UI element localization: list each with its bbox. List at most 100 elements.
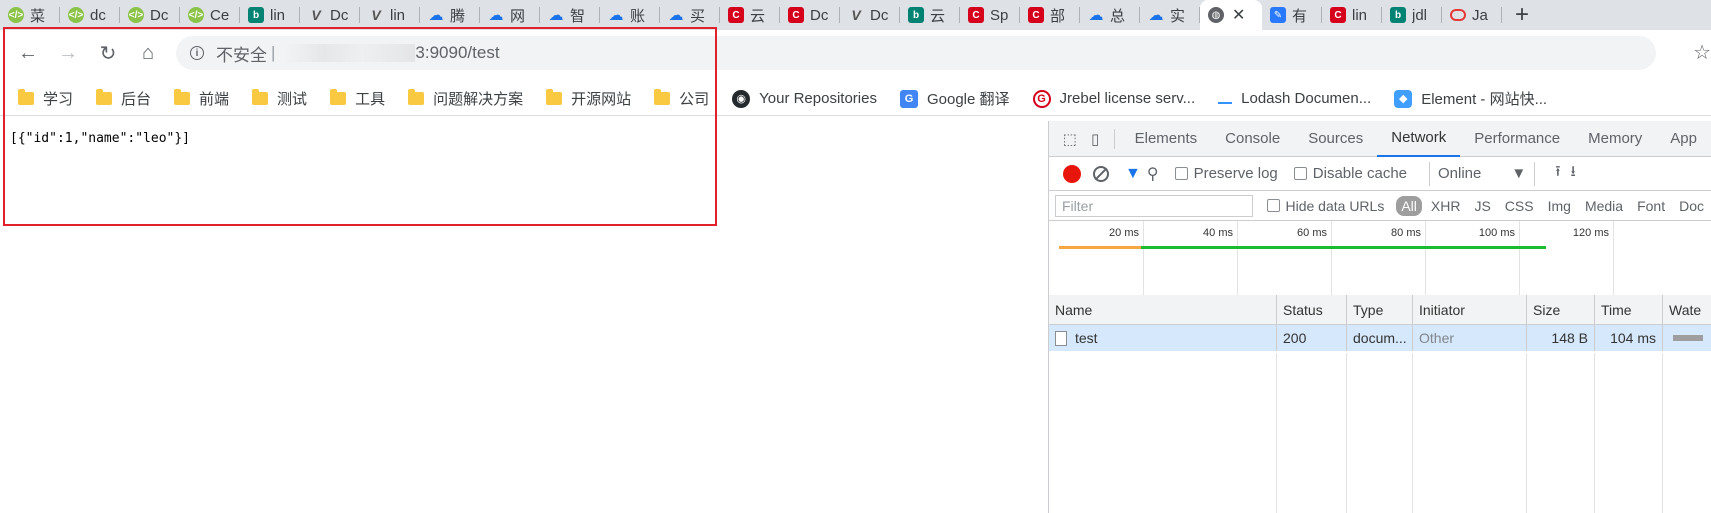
type-filter-xhr[interactable]: XHR — [1426, 196, 1466, 216]
tab-title: 账 — [630, 7, 646, 25]
browser-tab[interactable]: C云 — [720, 0, 780, 30]
column-header-time[interactable]: Time — [1595, 295, 1663, 324]
checkbox-box[interactable] — [1174, 167, 1188, 180]
export-har-icon[interactable]: ⭳ — [1570, 161, 1575, 186]
browser-tab[interactable]: ☁ 腾 — [420, 0, 480, 30]
devtools-tab-elements[interactable]: Elements — [1121, 121, 1212, 157]
devtools-tab-console[interactable]: Console — [1211, 121, 1294, 157]
column-divider — [1413, 353, 1527, 513]
tab-title: lin — [270, 6, 286, 24]
clear-icon[interactable] — [1093, 165, 1109, 182]
type-filter-doc[interactable]: Doc — [1674, 196, 1709, 216]
browser-tab[interactable]: b jdl — [1382, 0, 1442, 30]
type-filter-css[interactable]: CSS — [1500, 196, 1539, 216]
column-header-name[interactable]: Name — [1049, 295, 1277, 324]
column-header-initiator[interactable]: Initiator — [1413, 295, 1527, 324]
column-header-type[interactable]: Type — [1347, 295, 1413, 324]
hide-data-urls-checkbox[interactable]: Hide data URLs — [1266, 198, 1384, 214]
devtools-panel: ⬚ ▯ Elements Console Sources Network Per… — [1048, 121, 1711, 513]
browser-tab[interactable]: ☁ 网 — [480, 0, 540, 30]
new-tab-button[interactable]: + — [1502, 0, 1542, 30]
search-icon[interactable]: ⚲ — [1147, 164, 1159, 184]
browser-tab[interactable]: V Dc — [300, 0, 360, 30]
devtools-tab-performance[interactable]: Performance — [1460, 121, 1574, 157]
type-filter-img[interactable]: Img — [1543, 196, 1576, 216]
csdn-icon: C — [1330, 7, 1346, 23]
close-tab-icon[interactable]: ✕ — [1232, 5, 1245, 25]
devtools-tab-application[interactable]: App — [1656, 121, 1711, 157]
preserve-log-checkbox[interactable]: Preserve log — [1174, 165, 1278, 182]
column-header-waterfall[interactable]: Wate — [1663, 295, 1711, 324]
record-button[interactable] — [1063, 164, 1081, 183]
browser-tab[interactable]: </> 菜 — [0, 0, 60, 30]
google-translate-icon: G — [899, 89, 918, 108]
inspect-element-icon[interactable]: ⬚ — [1057, 124, 1082, 154]
timeline-tick-label: 60 ms — [1297, 227, 1327, 239]
tab-title: 实 — [1170, 7, 1186, 25]
browser-tab[interactable]: ✎ 有 — [1262, 0, 1322, 30]
tab-title: 菜 — [30, 7, 46, 25]
column-header-status[interactable]: Status — [1277, 295, 1347, 324]
disable-cache-checkbox[interactable]: Disable cache — [1293, 165, 1407, 182]
bookmark-link[interactable]: G Google 翻译 — [899, 88, 1010, 109]
browser-tab[interactable]: Vlin — [360, 0, 420, 30]
column-header-size[interactable]: Size — [1527, 295, 1595, 324]
browser-tab[interactable]: ☁ 买 — [660, 0, 720, 30]
request-type: docum... — [1347, 325, 1413, 351]
bookmark-link[interactable]: Lodash Documen... — [1218, 90, 1371, 107]
browser-tab[interactable]: ☁ 总 — [1080, 0, 1140, 30]
browser-tab[interactable]: </> Ce — [180, 0, 240, 30]
throttling-select[interactable]: Online ▼ — [1429, 161, 1536, 186]
checkbox-box[interactable] — [1293, 167, 1307, 180]
globe-icon: ◍ — [1208, 7, 1224, 23]
browser-tab[interactable]: ☁ 实 — [1140, 0, 1200, 30]
green-code-icon: </> — [128, 7, 144, 23]
annotation-highlight-box — [3, 27, 717, 226]
browser-tab[interactable]: C Sp — [960, 0, 1020, 30]
type-filter-js[interactable]: JS — [1469, 196, 1495, 216]
type-filter-media[interactable]: Media — [1580, 196, 1628, 216]
pill-icon — [1450, 9, 1466, 21]
filter-icon[interactable]: ▼ — [1125, 165, 1141, 183]
tab-title: Dc — [810, 6, 829, 24]
browser-tab[interactable]: </> Dc — [120, 0, 180, 30]
request-size: 148 B — [1527, 325, 1595, 351]
type-filter-font[interactable]: Font — [1632, 196, 1670, 216]
checkbox-box[interactable] — [1266, 199, 1280, 212]
timeline-download-bar — [1141, 246, 1546, 249]
browser-tab[interactable]: b lin — [240, 0, 300, 30]
browser-tab[interactable]: V Dc — [840, 0, 900, 30]
csdn-icon: C — [788, 7, 804, 23]
devtools-tab-sources[interactable]: Sources — [1294, 121, 1377, 157]
import-har-icon[interactable]: ⭱ — [1555, 161, 1560, 186]
filter-input[interactable]: Filter — [1055, 194, 1253, 217]
bookmark-link[interactable]: ◉ Your Repositories — [732, 89, 877, 108]
doc-blue-icon: ✎ — [1270, 7, 1286, 23]
browser-tab[interactable]: C部 — [1020, 0, 1080, 30]
column-divider — [1049, 353, 1277, 513]
browser-tab[interactable]: ☁ 账 — [600, 0, 660, 30]
browser-tab[interactable]: b云 — [900, 0, 960, 30]
cloud-icon: ☁ — [1088, 7, 1104, 24]
devtools-tab-memory[interactable]: Memory — [1574, 121, 1656, 157]
type-filter-all[interactable]: All — [1396, 195, 1422, 216]
tab-title: 网 — [510, 7, 526, 25]
cloud-icon: ☁ — [428, 7, 444, 24]
browser-tab-active[interactable]: ◍ ✕ — [1200, 0, 1262, 30]
lodash-icon — [1218, 94, 1233, 104]
tab-title: 有 — [1292, 7, 1308, 25]
browser-tab[interactable]: </> dc — [60, 0, 120, 30]
browser-tab[interactable]: C Dc — [780, 0, 840, 30]
bookmark-link[interactable]: G Jrebel license serv... — [1032, 89, 1195, 108]
tab-title: dc — [90, 6, 106, 24]
cloud-icon: ☁ — [548, 7, 564, 24]
devtools-tab-network[interactable]: Network — [1377, 121, 1461, 157]
bookmark-star-icon[interactable]: ☆ — [1693, 40, 1711, 65]
browser-tab[interactable]: Clin — [1322, 0, 1382, 30]
browser-tab[interactable]: Ja — [1442, 0, 1502, 30]
bookmark-link[interactable]: ◆ Element - 网站快... — [1394, 88, 1547, 109]
tab-strip: </> 菜 </> dc </> Dc </> Ce b lin V Dc Vlin ☁ 腾 … — [0, 0, 1711, 30]
browser-tab[interactable]: ☁ 智 — [540, 0, 600, 30]
device-toolbar-icon[interactable]: ▯ — [1082, 124, 1107, 154]
table-row[interactable]: test 200 docum... Other 148 B 104 ms — [1049, 325, 1711, 351]
